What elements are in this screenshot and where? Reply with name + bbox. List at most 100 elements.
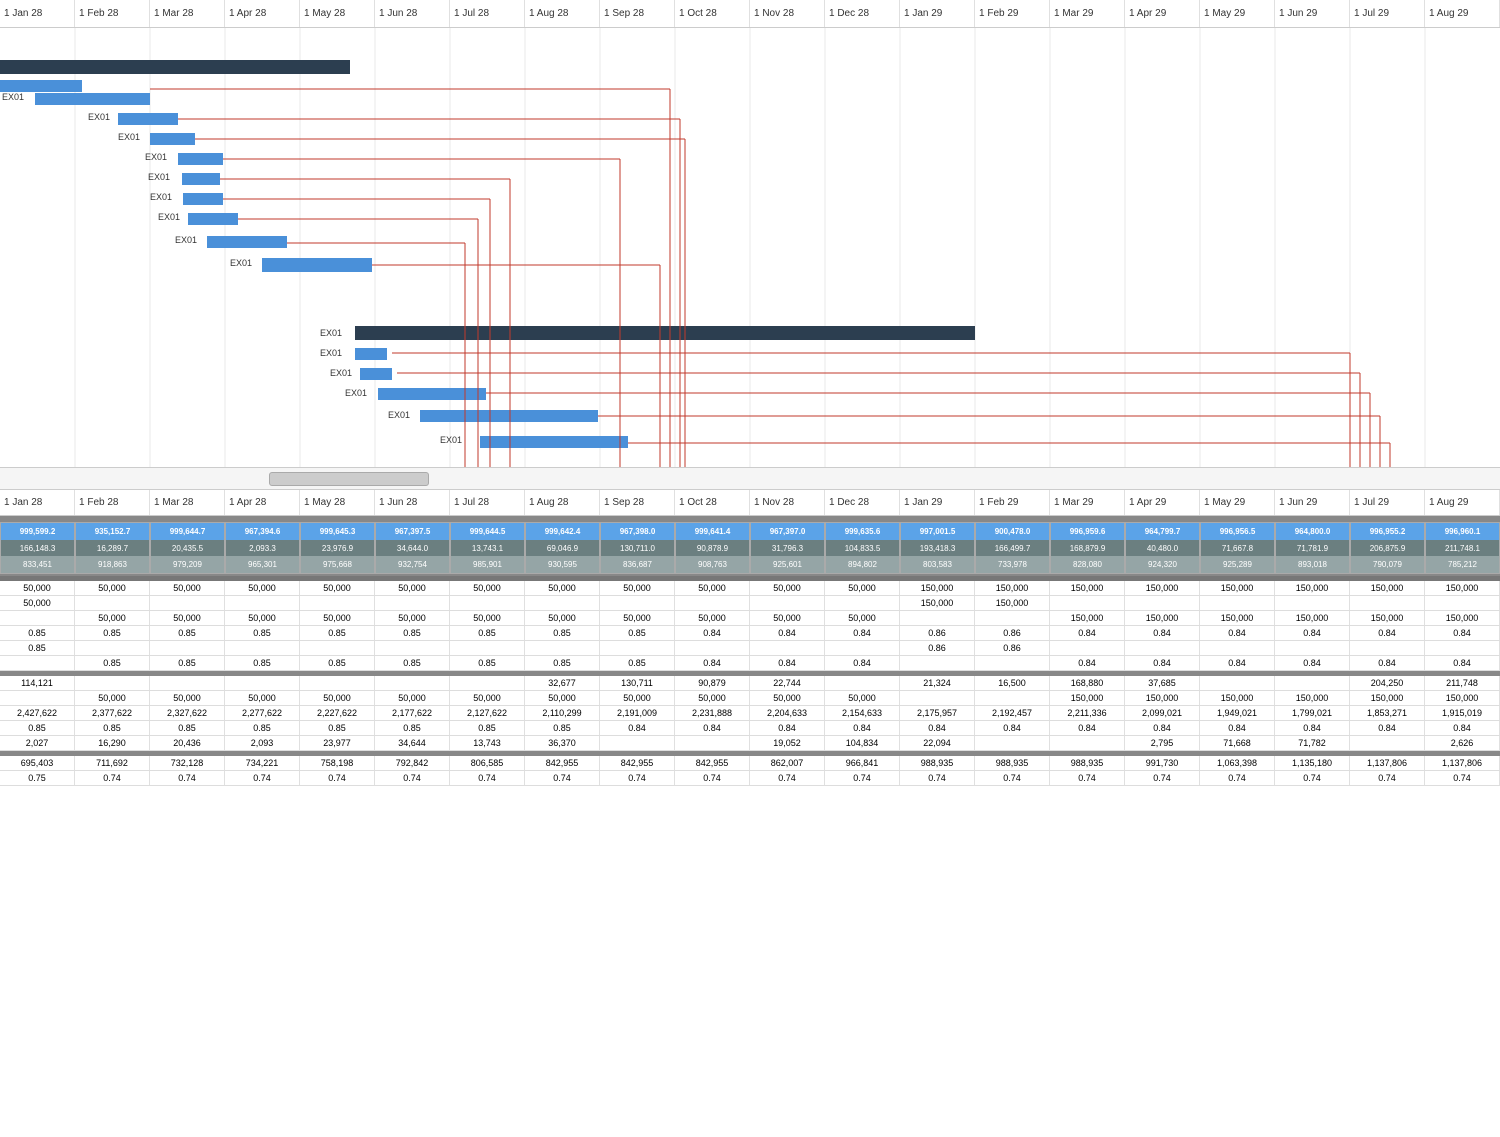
plain-cell-s1-2-19: 150,000 <box>1425 611 1500 625</box>
timeline-bottom-col-9: 1 Oct 28 <box>675 490 750 515</box>
plain-cell-s1-3-18: 0.84 <box>1350 626 1425 640</box>
plain-cell-s2-1-16: 150,000 <box>1200 691 1275 705</box>
colored-cell-top-11: 999,635.6 <box>826 523 899 540</box>
plain-cell-s1-1-9 <box>675 596 750 610</box>
timeline-col-5: 1 Jun 28 <box>375 0 450 27</box>
plain-cell-s1-0-19: 150,000 <box>1425 581 1500 595</box>
plain-row-s2-3: 0.850.850.850.850.850.850.850.850.840.84… <box>0 721 1500 736</box>
colored-cell-mid-19: 211,748.1 <box>1426 540 1499 557</box>
plain-cell-s2-3-12: 0.84 <box>900 721 975 735</box>
plain-cell-s3-0-8: 842,955 <box>600 756 675 770</box>
plain-cell-s2-3-3: 0.85 <box>225 721 300 735</box>
plain-cell-s2-1-14: 150,000 <box>1050 691 1125 705</box>
plain-row-s2-0: 114,12132,677130,71190,87922,74421,32416… <box>0 676 1500 691</box>
plain-cell-s1-0-6: 50,000 <box>450 581 525 595</box>
plain-cell-s1-3-14: 0.84 <box>1050 626 1125 640</box>
plain-cell-s2-3-19: 0.84 <box>1425 721 1500 735</box>
timeline-bottom-col-3: 1 Apr 28 <box>225 490 300 515</box>
plain-cell-s1-3-12: 0.86 <box>900 626 975 640</box>
plain-cell-s1-3-6: 0.85 <box>450 626 525 640</box>
plain-cell-s1-5-14: 0.84 <box>1050 656 1125 670</box>
colored-cell-mid-10: 31,796.3 <box>751 540 824 557</box>
plain-cell-s1-2-6: 50,000 <box>450 611 525 625</box>
plain-cell-s2-1-9: 50,000 <box>675 691 750 705</box>
colored-cell-top-18: 996,955.2 <box>1351 523 1424 540</box>
colored-cell-17: 964,800.071,781.9893,018 <box>1275 522 1350 574</box>
colored-cell-bot-8: 836,687 <box>601 556 674 573</box>
timeline-bottom-col-19: 1 Aug 29 <box>1425 490 1500 515</box>
colored-cell-top-17: 964,800.0 <box>1276 523 1349 540</box>
plain-cell-s2-4-11: 104,834 <box>825 736 900 750</box>
plain-cell-s3-1-7: 0.74 <box>525 771 600 785</box>
plain-cell-s1-1-2 <box>150 596 225 610</box>
plain-cell-s1-0-3: 50,000 <box>225 581 300 595</box>
plain-cell-s2-0-17 <box>1275 676 1350 690</box>
plain-cell-s3-0-2: 732,128 <box>150 756 225 770</box>
colored-cell-bot-4: 975,668 <box>301 556 374 573</box>
gantt-area[interactable]: EX01 EX01 EX01 EX01 EX01 EX01 EX01 EX01 <box>0 28 1500 468</box>
plain-cell-s1-1-15 <box>1125 596 1200 610</box>
plain-cell-s1-5-12 <box>900 656 975 670</box>
plain-cell-s2-0-7: 32,677 <box>525 676 600 690</box>
plain-cell-s2-4-19: 2,626 <box>1425 736 1500 750</box>
colored-cell-7: 999,642.469,046.9930,595 <box>525 522 600 574</box>
plain-cell-s2-3-8: 0.84 <box>600 721 675 735</box>
colored-cell-top-10: 967,397.0 <box>751 523 824 540</box>
plain-cell-s1-1-8 <box>600 596 675 610</box>
plain-cell-s1-2-3: 50,000 <box>225 611 300 625</box>
plain-row-s3-0: 695,403711,692732,128734,221758,198792,8… <box>0 756 1500 771</box>
plain-cell-s2-3-0: 0.85 <box>0 721 75 735</box>
timeline-bottom-col-17: 1 Jun 29 <box>1275 490 1350 515</box>
colored-cell-top-15: 964,799.7 <box>1126 523 1199 540</box>
scrollbar-area[interactable] <box>0 468 1500 490</box>
colored-cell-top-16: 996,956.5 <box>1201 523 1274 540</box>
colored-cell-mid-9: 90,878.9 <box>676 540 749 557</box>
plain-cell-s2-4-15: 2,795 <box>1125 736 1200 750</box>
plain-cell-s1-4-14 <box>1050 641 1125 655</box>
plain-cell-s3-1-4: 0.74 <box>300 771 375 785</box>
plain-cell-s3-1-1: 0.74 <box>75 771 150 785</box>
plain-cell-s2-3-13: 0.84 <box>975 721 1050 735</box>
plain-cell-s2-0-19: 211,748 <box>1425 676 1500 690</box>
plain-cell-s1-5-3: 0.85 <box>225 656 300 670</box>
timeline-col-13: 1 Feb 29 <box>975 0 1050 27</box>
plain-cell-s2-0-13: 16,500 <box>975 676 1050 690</box>
plain-cell-s3-0-1: 711,692 <box>75 756 150 770</box>
plain-row-s1-2: 50,00050,00050,00050,00050,00050,00050,0… <box>0 611 1500 626</box>
plain-cell-s1-1-6 <box>450 596 525 610</box>
plain-row-s1-4: 0.850.860.86 <box>0 641 1500 656</box>
plain-cell-s2-4-6: 13,743 <box>450 736 525 750</box>
gantt-grid <box>0 28 1500 467</box>
plain-cell-s2-1-15: 150,000 <box>1125 691 1200 705</box>
plain-cell-s2-3-7: 0.85 <box>525 721 600 735</box>
plain-cell-s2-0-6 <box>450 676 525 690</box>
timeline-col-4: 1 May 28 <box>300 0 375 27</box>
plain-cell-s3-0-15: 991,730 <box>1125 756 1200 770</box>
plain-cell-s2-1-17: 150,000 <box>1275 691 1350 705</box>
plain-cell-s1-5-17: 0.84 <box>1275 656 1350 670</box>
colored-cell-mid-12: 193,418.3 <box>901 540 974 557</box>
plain-cell-s1-3-4: 0.85 <box>300 626 375 640</box>
plain-cell-s1-1-18 <box>1350 596 1425 610</box>
timeline-col-7: 1 Aug 28 <box>525 0 600 27</box>
plain-cell-s1-4-2 <box>150 641 225 655</box>
timeline-col-6: 1 Jul 28 <box>450 0 525 27</box>
plain-cell-s2-1-6: 50,000 <box>450 691 525 705</box>
plain-cell-s3-1-10: 0.74 <box>750 771 825 785</box>
colored-cell-mid-15: 40,480.0 <box>1126 540 1199 557</box>
plain-row-s2-2: 2,427,6222,377,6222,327,6222,277,6222,22… <box>0 706 1500 721</box>
plain-cell-s2-1-0 <box>0 691 75 705</box>
colored-cell-top-0: 999,599.2 <box>1 523 74 540</box>
plain-cell-s3-0-0: 695,403 <box>0 756 75 770</box>
plain-cell-s2-2-14: 2,211,336 <box>1050 706 1125 720</box>
timeline-col-17: 1 Jun 29 <box>1275 0 1350 27</box>
plain-cell-s1-0-17: 150,000 <box>1275 581 1350 595</box>
scrollbar-thumb[interactable] <box>269 472 429 486</box>
plain-cell-s1-4-3 <box>225 641 300 655</box>
plain-cell-s1-3-13: 0.86 <box>975 626 1050 640</box>
plain-cell-s1-5-19: 0.84 <box>1425 656 1500 670</box>
plain-cell-s1-2-5: 50,000 <box>375 611 450 625</box>
timeline-bottom-col-4: 1 May 28 <box>300 490 375 515</box>
plain-cell-s1-0-8: 50,000 <box>600 581 675 595</box>
plain-cell-s1-4-15 <box>1125 641 1200 655</box>
